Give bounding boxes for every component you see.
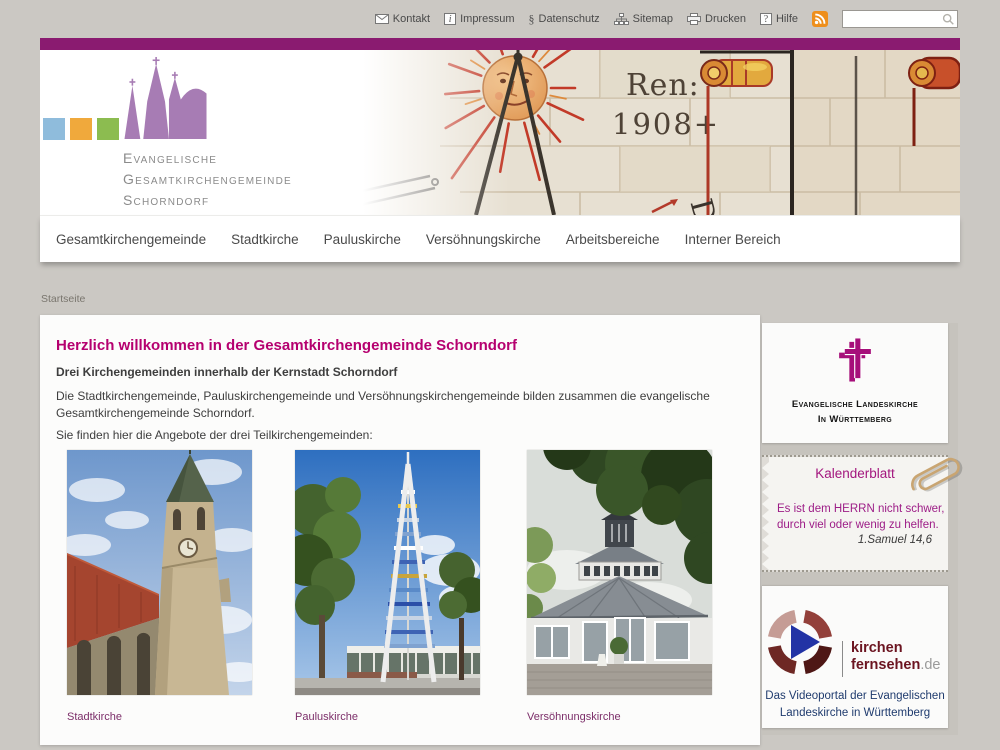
rss-icon[interactable] — [812, 11, 828, 27]
pauluskirche-link[interactable]: Pauluskirche — [295, 711, 358, 723]
topbar-link-label: Impressum — [460, 13, 514, 25]
kalenderblatt-quote-line1: Es ist dem HERRN nicht schwer, — [777, 503, 944, 515]
nav-item-versoehnungskirche[interactable]: Versöhnungskirche — [426, 232, 541, 247]
kirchenfernsehen-word1: kirchen — [851, 640, 940, 657]
kirchenfernsehen-tld: .de — [920, 657, 940, 673]
stadtkirche-link[interactable]: Stadtkirche — [67, 711, 122, 723]
info-icon: i — [444, 13, 456, 25]
versoehnungskirche-link[interactable]: Versöhnungskirche — [527, 711, 621, 723]
kirchenfernsehen-word2: fernsehen — [851, 657, 920, 673]
page-subtitle: Drei Kirchengemeinden innerhalb der Kern… — [56, 365, 397, 379]
logo-text-line1: Evangelische — [123, 148, 292, 169]
site-header: Ren: 1908+ D — [40, 50, 960, 215]
topbar-link-drucken[interactable]: Drucken — [687, 13, 746, 25]
kirchenfernsehen-divider — [842, 641, 843, 677]
help-icon: ? — [760, 13, 772, 25]
topbar-link-sitemap[interactable]: Sitemap — [614, 13, 673, 25]
kirchenfernsehen-logo: kirchen fernsehen.de — [851, 640, 940, 674]
envelope-icon — [375, 14, 389, 24]
search-box — [842, 10, 958, 28]
kirchenfernsehen-widget[interactable]: kirchen fernsehen.de Das Videoportal der… — [762, 585, 948, 728]
topbar-link-label: Kontakt — [393, 13, 430, 25]
topbar-link-label: Drucken — [705, 13, 746, 25]
versoehnungskirche-image[interactable] — [527, 450, 712, 695]
logo-text-line2: Gesamtkirchengemeinde — [123, 169, 292, 190]
topbar-link-datenschutz[interactable]: § Datenschutz — [529, 12, 600, 27]
main-navigation: Gesamtkirchengemeinde Stadtkirche Paulus… — [40, 215, 960, 262]
page: Kontakt i Impressum § Datenschutz Sitema… — [0, 0, 1000, 750]
kalenderblatt-source: 1.Samuel 14,6 — [858, 534, 932, 546]
search-input[interactable] — [843, 11, 957, 27]
topbar-link-label: Hilfe — [776, 13, 798, 25]
sidebar: Evangelische Landeskirche In Württemberg… — [762, 323, 958, 735]
kalenderblatt-widget: Kalenderblatt Es ist dem HERRN nicht sch… — [762, 455, 948, 572]
topbar-link-impressum[interactable]: i Impressum — [444, 13, 514, 25]
videoportal-caption-line2: Landeskirche in Württemberg — [762, 707, 948, 719]
breadcrumb: Startseite — [41, 293, 85, 305]
search-icon — [942, 13, 955, 29]
play-icon — [766, 608, 834, 676]
topbar-link-hilfe[interactable]: ? Hilfe — [760, 13, 798, 25]
landeskirche-widget[interactable]: Evangelische Landeskirche In Württemberg — [762, 323, 948, 443]
logo-squares — [43, 118, 119, 140]
stadtkirche-image[interactable] — [67, 450, 252, 695]
nav-item-pauluskirche[interactable]: Pauluskirche — [324, 232, 401, 247]
pauluskirche-image[interactable] — [295, 450, 480, 695]
banner-ren-text: Ren: — [626, 68, 700, 103]
paragraph-icon: § — [529, 12, 535, 27]
logo-churches-icon — [123, 56, 208, 140]
landeskirche-label: Evangelische Landeskirche In Württemberg — [762, 397, 948, 427]
landeskirche-line1: Evangelische Landeskirche — [762, 397, 948, 412]
banner-year-text: 1908+ — [612, 107, 720, 141]
topbar: Kontakt i Impressum § Datenschutz Sitema… — [375, 10, 958, 28]
printer-icon — [687, 13, 701, 25]
nav-item-interner-bereich[interactable]: Interner Bereich — [685, 232, 781, 247]
kirchenfernsehen-word2-row: fernsehen.de — [851, 657, 940, 674]
kalenderblatt-quote-line2: durch viel oder wenig zu helfen. — [777, 519, 939, 531]
landeskirche-cross-icon — [838, 337, 872, 383]
main-content: Herzlich willkommen in der Gesamtkirchen… — [40, 315, 760, 745]
page-title: Herzlich willkommen in der Gesamtkirchen… — [56, 337, 517, 354]
nav-item-arbeitsbereiche[interactable]: Arbeitsbereiche — [566, 232, 660, 247]
site-logo[interactable]: Evangelische Gesamtkirchengemeinde Schor… — [123, 148, 292, 211]
header-banner-image: Ren: 1908+ D — [300, 50, 960, 215]
logo-text-line3: Schorndorf — [123, 190, 292, 211]
listing-hint-paragraph: Sie finden hier die Angebote der drei Te… — [56, 428, 738, 442]
accent-bar — [40, 38, 960, 50]
nav-item-stadtkirche[interactable]: Stadtkirche — [231, 232, 299, 247]
videoportal-caption-line1: Das Videoportal der Evangelischen — [762, 690, 948, 702]
sitemap-icon — [614, 13, 629, 25]
landeskirche-line2: In Württemberg — [762, 412, 948, 427]
intro-paragraph: Die Stadtkirchengemeinde, Pauluskircheng… — [56, 388, 738, 422]
topbar-link-label: Sitemap — [633, 13, 673, 25]
nav-item-gesamtkirchengemeinde[interactable]: Gesamtkirchengemeinde — [56, 232, 206, 247]
topbar-link-kontakt[interactable]: Kontakt — [375, 13, 430, 25]
topbar-link-label: Datenschutz — [539, 13, 600, 25]
